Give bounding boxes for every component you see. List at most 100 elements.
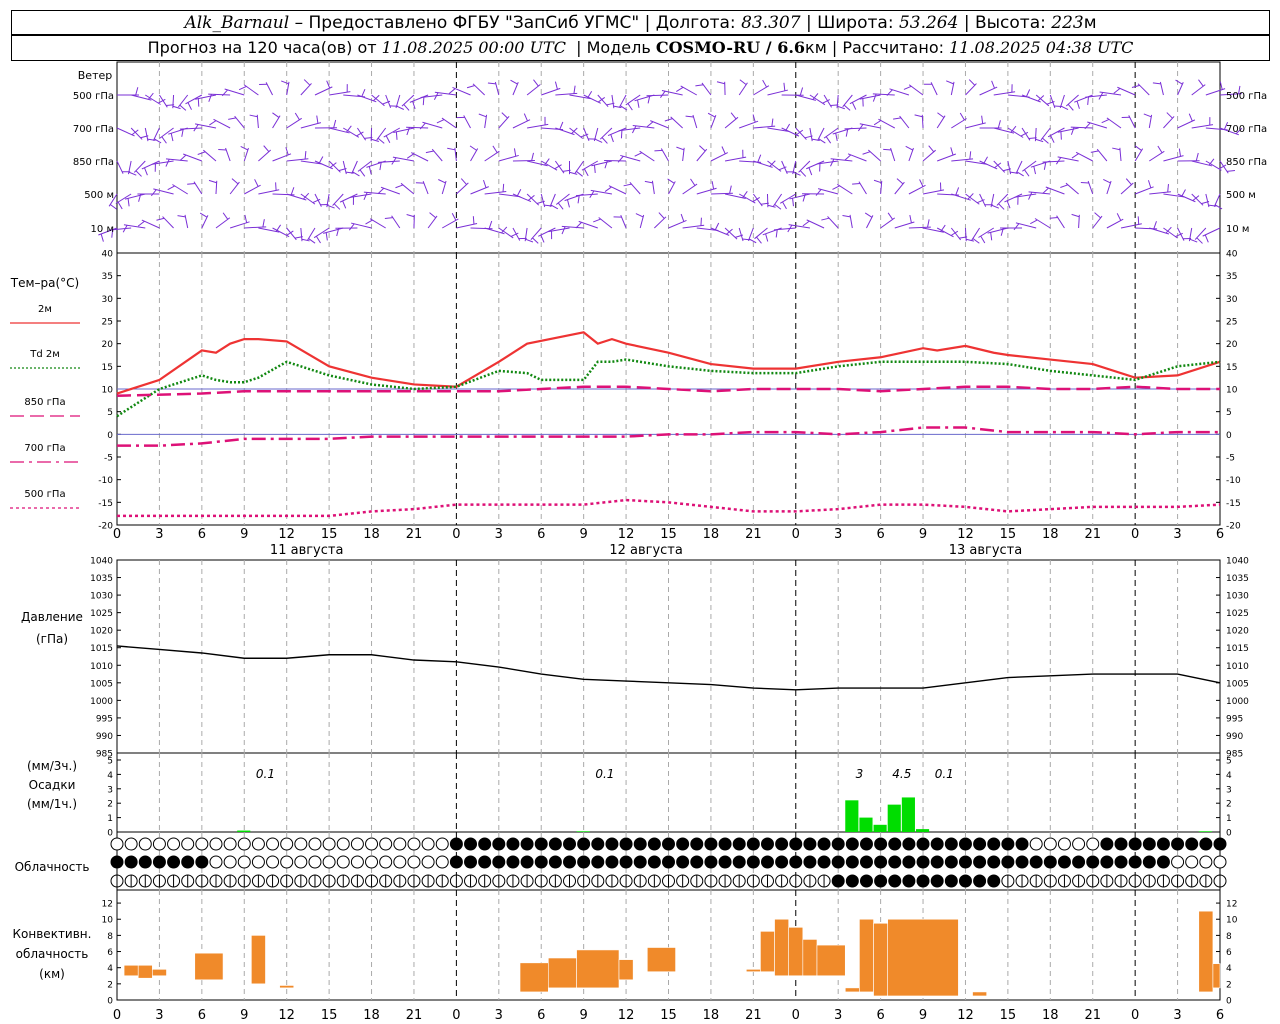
wind-barb-flag bbox=[1178, 148, 1182, 157]
cloud-symbol bbox=[1156, 855, 1170, 869]
wind-barb-flag bbox=[170, 133, 174, 142]
cloud-symbol bbox=[874, 837, 888, 851]
wind-barb-flag bbox=[167, 185, 175, 191]
wind-barb bbox=[351, 160, 358, 174]
wind-barb-flag bbox=[1042, 187, 1049, 194]
wind-barb-flag bbox=[359, 169, 366, 177]
wind-barb-flag bbox=[748, 238, 757, 244]
wind-barb-flag bbox=[502, 183, 505, 192]
wind-barb-flag bbox=[955, 187, 960, 196]
wind-barb bbox=[894, 181, 905, 195]
wind-barb-flag bbox=[594, 138, 603, 143]
wind-barb-flag bbox=[617, 155, 624, 163]
wind-level-label: 500 гПа bbox=[1226, 91, 1267, 102]
conv-tick: 12 bbox=[102, 900, 113, 910]
x-tick-label: 0 bbox=[792, 527, 800, 542]
cloud-symbol bbox=[1185, 855, 1199, 869]
pressure-tick: 1005 bbox=[1226, 679, 1249, 689]
temp-tick: 35 bbox=[102, 272, 113, 282]
x-tick-label: 3 bbox=[834, 1008, 842, 1023]
precip-bar bbox=[1198, 831, 1212, 832]
cloud-symbol bbox=[633, 837, 647, 851]
wind-barb-flag bbox=[436, 119, 445, 124]
wind-barb-flag bbox=[179, 104, 187, 111]
x-tick-label: 0 bbox=[113, 1008, 121, 1023]
wind-barb-flag bbox=[469, 145, 477, 151]
cloud-symbol bbox=[633, 855, 647, 869]
cloud-symbol bbox=[958, 855, 972, 869]
wind-barb-flag bbox=[208, 179, 217, 184]
cloud-symbol bbox=[987, 855, 1001, 869]
x-tick-label: 21 bbox=[406, 527, 423, 542]
wind-barb-flag bbox=[714, 222, 720, 231]
wind-barb-flag bbox=[447, 147, 456, 151]
cloud-symbol bbox=[322, 855, 336, 869]
pressure-tick: 1010 bbox=[1226, 662, 1249, 672]
cloud-symbol bbox=[845, 855, 859, 869]
cloud-symbol bbox=[1128, 855, 1142, 869]
wind-barb-flag bbox=[1076, 100, 1080, 109]
cloud-symbol bbox=[973, 874, 987, 888]
x-tick-label: 21 bbox=[1084, 527, 1101, 542]
wind-barb-flag bbox=[1094, 212, 1101, 219]
wind-barb-flag bbox=[593, 164, 596, 174]
wind-barb-flag bbox=[209, 120, 217, 126]
wind-barb-flag bbox=[231, 178, 239, 185]
cloud-symbol bbox=[1015, 855, 1029, 869]
cloud-symbol bbox=[167, 855, 181, 869]
conv-bar bbox=[887, 918, 959, 997]
x-tick-label: 6 bbox=[198, 527, 206, 542]
cloud-symbol bbox=[209, 855, 223, 869]
temp-legend-label: 2м bbox=[38, 304, 52, 315]
pressure-tick: 990 bbox=[1226, 732, 1243, 742]
cloud-symbol bbox=[690, 837, 704, 851]
precip-tick: 0 bbox=[1226, 829, 1232, 839]
pressure-tick: 1015 bbox=[1226, 644, 1249, 654]
wind-barb-flag bbox=[593, 218, 601, 223]
cloud-symbol bbox=[181, 855, 195, 869]
temp-tick: 15 bbox=[1226, 363, 1237, 373]
precip-tick: 1 bbox=[1226, 814, 1232, 824]
cloud-symbol bbox=[563, 855, 577, 869]
temp-tick: -15 bbox=[1226, 499, 1241, 509]
wind-barb-flag bbox=[808, 167, 813, 176]
wind-barb-flag bbox=[716, 81, 725, 85]
wind-barb-flag bbox=[557, 202, 564, 210]
wind-barb-flag bbox=[361, 89, 366, 97]
wind-barb-flag bbox=[1028, 192, 1033, 200]
wind-barb-flag bbox=[199, 212, 208, 218]
wind-barb-flag bbox=[739, 79, 747, 85]
wind-barb-flag bbox=[262, 219, 265, 228]
temp-tick: 35 bbox=[1226, 272, 1237, 282]
cloud-symbol bbox=[464, 855, 478, 869]
cloud-symbol bbox=[888, 837, 902, 851]
wind-barb bbox=[951, 118, 967, 129]
temp-tick: 20 bbox=[1226, 340, 1238, 350]
wind-barb-flag bbox=[1167, 184, 1169, 193]
wind-barb-flag bbox=[244, 214, 248, 223]
wind-barb bbox=[422, 180, 429, 195]
x-tick-label: 18 bbox=[363, 1008, 380, 1023]
wind-barb-flag bbox=[771, 118, 774, 127]
wind-barb-flag bbox=[1195, 152, 1199, 161]
cloud-symbol bbox=[577, 855, 591, 869]
cloud-symbol bbox=[449, 855, 463, 869]
x-tick-label: 21 bbox=[745, 1008, 762, 1023]
wind-barb-flag bbox=[1016, 171, 1024, 177]
wind-barb-flag bbox=[792, 198, 794, 207]
cloud-symbol bbox=[308, 855, 322, 869]
cloud-symbol bbox=[336, 855, 350, 869]
wind-barb-flag bbox=[799, 87, 804, 96]
wind-barb-flag bbox=[1219, 81, 1223, 90]
cloud-symbol bbox=[421, 855, 435, 869]
cloud-symbol bbox=[1199, 837, 1213, 851]
temp-tick: 0 bbox=[1226, 431, 1232, 441]
wind-barb bbox=[908, 84, 924, 96]
wind-barb-flag bbox=[516, 189, 522, 197]
wind-barb bbox=[243, 84, 259, 96]
cloud-symbol bbox=[718, 837, 732, 851]
wind-barb bbox=[767, 89, 789, 96]
x-tick-label: 0 bbox=[1131, 527, 1139, 542]
wind-barb-flag bbox=[873, 120, 882, 126]
wind-barb-flag bbox=[406, 153, 415, 159]
